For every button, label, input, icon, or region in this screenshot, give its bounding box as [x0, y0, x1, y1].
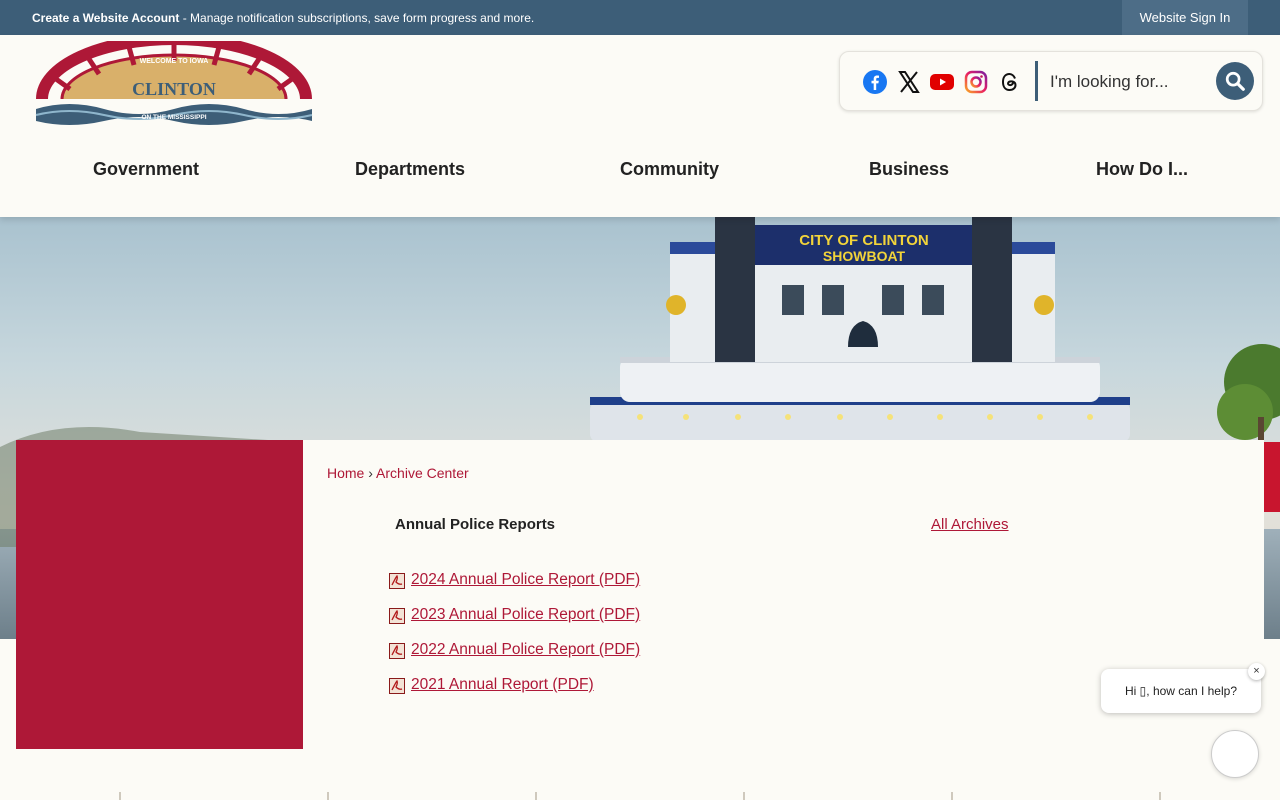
nav-departments[interactable]: Departments [355, 159, 465, 180]
account-message: Create a Website Account - Manage notifi… [32, 11, 534, 25]
pdf-icon [389, 678, 405, 694]
utility-bar: Create a Website Account - Manage notifi… [0, 0, 1280, 35]
search-divider [1035, 61, 1038, 101]
showboat-sign-line2: SHOWBOAT [823, 248, 906, 264]
breadcrumb-home[interactable]: Home [327, 465, 364, 481]
pdf-icon [389, 573, 405, 589]
document-link[interactable]: 2023 Annual Police Report (PDF) [411, 606, 640, 624]
nav-how-do-i[interactable]: How Do I... [1096, 159, 1188, 180]
account-description: - Manage notification subscriptions, sav… [179, 11, 535, 25]
social-search-box [839, 51, 1263, 111]
breadcrumb-separator: › [368, 465, 373, 481]
all-archives-link[interactable]: All Archives [931, 516, 1009, 533]
document-link[interactable]: 2024 Annual Police Report (PDF) [411, 571, 640, 589]
document-list: 2024 Annual Police Report (PDF) 2023 Ann… [389, 571, 640, 711]
archive-title: Annual Police Reports [395, 516, 556, 533]
document-link[interactable]: 2021 Annual Report (PDF) [411, 676, 594, 694]
list-item: 2022 Annual Police Report (PDF) [389, 641, 640, 676]
search-button[interactable] [1216, 62, 1254, 100]
instagram-icon[interactable] [964, 70, 988, 94]
showboat-sign-line1: CITY OF CLINTON [799, 232, 928, 249]
logo-name: CLINTON [132, 79, 216, 99]
x-icon[interactable] [897, 70, 921, 94]
nav-government[interactable]: Government [93, 159, 199, 180]
breadcrumb: Home › Archive Center [327, 465, 469, 481]
sidebar-panel [16, 440, 303, 749]
search-icon [1225, 71, 1245, 91]
breadcrumb-archive-center[interactable]: Archive Center [376, 465, 469, 481]
create-account-link[interactable]: Create a Website Account [32, 11, 179, 25]
clinton-logo[interactable]: WELCOME TO IOWA CLINTON ON THE MISSISSIP… [34, 33, 314, 127]
list-item: 2023 Annual Police Report (PDF) [389, 606, 640, 641]
document-link[interactable]: 2022 Annual Police Report (PDF) [411, 641, 640, 659]
footer-decoration [119, 792, 1161, 800]
nav-business[interactable]: Business [869, 159, 949, 180]
main-nav: Government Departments Community Busines… [0, 159, 1280, 183]
site-header: WELCOME TO IOWA CLINTON ON THE MISSISSIP… [0, 33, 1280, 217]
logo-graphic: WELCOME TO IOWA CLINTON ON THE MISSISSIP… [35, 33, 313, 125]
threads-icon[interactable] [998, 70, 1022, 94]
youtube-icon[interactable] [930, 70, 954, 94]
facebook-icon[interactable] [863, 70, 887, 94]
pdf-icon [389, 608, 405, 624]
chat-close-icon[interactable]: × [1248, 663, 1265, 680]
logo-bottom-text: ON THE MISSISSIPPI [141, 114, 206, 121]
chat-message-bubble[interactable]: Hi ▯, how can I help? [1101, 669, 1261, 713]
logo-top-text: WELCOME TO IOWA [140, 58, 209, 65]
list-item: 2024 Annual Police Report (PDF) [389, 571, 640, 606]
pdf-icon [389, 643, 405, 659]
chat-launcher-button[interactable] [1211, 730, 1259, 778]
list-item: 2021 Annual Report (PDF) [389, 676, 640, 711]
nav-community[interactable]: Community [620, 159, 719, 180]
search-input[interactable] [1050, 67, 1215, 97]
website-sign-in-button[interactable]: Website Sign In [1122, 0, 1248, 35]
